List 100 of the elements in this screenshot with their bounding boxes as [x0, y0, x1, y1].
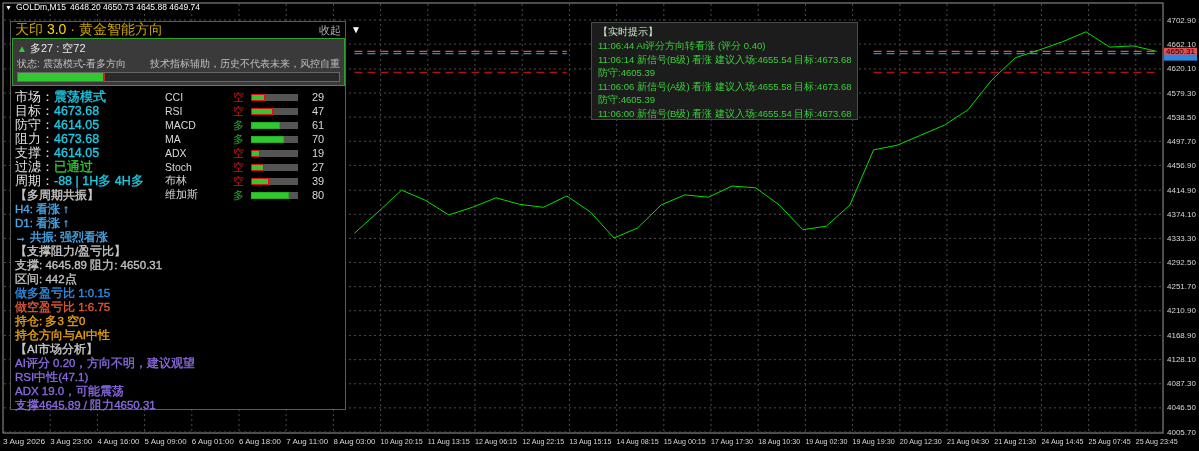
info-line: 区间: 442点 — [15, 273, 77, 285]
panel-title: 天印 3.0 · 黄金智能方向 — [15, 21, 163, 39]
field-value: 4673.68 — [54, 132, 100, 146]
indicator-value: 29 — [312, 91, 325, 103]
field-value: 4614.05 — [54, 146, 100, 160]
dropdown-icon[interactable]: ▼ — [351, 24, 361, 35]
axis-label: 4046.50 — [1167, 403, 1196, 413]
axis-label: 11 Aug 13:15 — [427, 437, 475, 446]
field-label: 市场： — [15, 88, 54, 104]
alert-line: 防守:4605.39 — [598, 66, 656, 80]
indicator-value: 27 — [312, 161, 325, 173]
alert-line: 11:06:06 新信号(A级) 看涨 建议入场:4655.58 目标:4673.68 — [598, 79, 852, 93]
score-text: 多27 : 空72 — [29, 41, 86, 56]
field-value: 4673.68 — [54, 104, 100, 118]
indicator-value: 47 — [312, 105, 325, 117]
info-line: 支撑: 4645.89 阻力: 4650.31 — [15, 259, 163, 271]
axis-label: 21 Aug 04:30 — [947, 437, 995, 446]
axis-label: 19 Aug 02:30 — [805, 437, 853, 446]
indicator-name: MACD — [165, 119, 197, 131]
info-line: 【支撑阻力/盈亏比】 — [15, 245, 127, 257]
axis-label: 13 Aug 15:15 — [569, 437, 617, 446]
axis-label: 4538.50 — [1167, 112, 1196, 122]
alert-line: 11:06:00 新信号(B级) 看涨 建议入场:4655.54 目标:4673.68 — [598, 106, 852, 120]
info-line: D1: 看涨 ↑ — [15, 217, 70, 229]
direction-label: 空 — [233, 159, 245, 175]
indicator-name: RSI — [165, 105, 184, 117]
indicator-value: 70 — [312, 133, 325, 145]
collapse-button[interactable]: 收起 — [317, 22, 343, 38]
info-line: 持仓方向与AI中性 — [15, 329, 110, 341]
axis-label: 15 Aug 00:15 — [663, 437, 711, 446]
axis-label: 4168.90 — [1167, 331, 1196, 341]
axis-label: 4662.10 — [1167, 39, 1196, 49]
axis-label: 4 Aug 16:00 — [97, 437, 141, 446]
info-line: 支撑4645.89 / 阻力4650.31 — [15, 399, 156, 411]
indicator-value: 61 — [312, 119, 325, 131]
direction-label: 空 — [233, 103, 245, 119]
direction-label: 空 — [233, 173, 245, 189]
section-heading: 【多周期共振】 — [15, 189, 99, 201]
axis-label: 5 Aug 09:00 — [144, 437, 188, 446]
axis-label: 18 Aug 10:30 — [758, 437, 806, 446]
field-label: 目标： — [15, 103, 54, 118]
axis-label: 4005.70 — [1167, 427, 1196, 437]
axis-label: 6 Aug 01:00 — [191, 437, 235, 446]
info-line: ADX 19.0，可能震荡 — [15, 385, 125, 397]
ohlc-values: 4648.20 4650.73 4645.88 4649.74 — [70, 2, 200, 12]
axis-label: 14 Aug 08:15 — [616, 437, 664, 446]
info-line: H4: 看涨 ↑ — [15, 203, 70, 215]
price-tag: 4650.31 — [1164, 47, 1197, 57]
axis-label: 4497.70 — [1167, 136, 1196, 146]
direction-label: 空 — [233, 145, 245, 161]
info-line: 持仓: 多3 空0 — [15, 315, 86, 327]
direction-label: 多 — [233, 131, 245, 147]
indicator-value: 80 — [312, 189, 325, 201]
axis-label: 4128.10 — [1167, 355, 1196, 365]
field-value: 已通过 — [54, 158, 93, 176]
axis-label: 4210.90 — [1167, 306, 1196, 316]
axis-label: 12 Aug 22:15 — [522, 437, 570, 446]
axis-label: 4579.30 — [1167, 88, 1196, 98]
alert-line: 防守:4605.39 — [598, 93, 656, 107]
axis-label: 4292.50 — [1167, 258, 1196, 267]
axis-label: 20 Aug 12:30 — [899, 437, 947, 446]
axis-label: 19 Aug 19:30 — [852, 437, 900, 446]
indicator-value: 39 — [312, 175, 325, 187]
alert-line: 11:06:14 新信号(B级) 看涨 建议入场:4655.54 目标:4673.68 — [598, 52, 852, 66]
status-text: 状态: 震荡模式-看多方向 — [17, 57, 126, 71]
axis-label: 4374.10 — [1167, 209, 1196, 219]
direction-label: 多 — [233, 187, 245, 203]
axis-label: 4087.30 — [1167, 379, 1196, 389]
field-value: 4614.05 — [54, 118, 100, 132]
axis-label: 17 Aug 17:30 — [711, 437, 759, 446]
axis-label: 4414.90 — [1167, 185, 1196, 195]
direction-label: 多 — [233, 117, 245, 133]
axis-label: 4456.90 — [1167, 160, 1196, 170]
info-line: 做多盈亏比 1:0.15 — [15, 287, 111, 299]
axis-label: 4333.30 — [1167, 233, 1196, 243]
disclaimer-text: 技术指标辅助，历史不代表未来，风控自重 — [150, 57, 340, 71]
axis-label: 25 Aug 07:45 — [1088, 437, 1136, 446]
axis-label: 4251.70 — [1167, 282, 1196, 292]
axis-label: 6 Aug 18:00 — [239, 437, 282, 446]
info-line: AI评分 0.20，方向不明，建议观望 — [15, 357, 196, 369]
up-triangle-icon: ▲ — [17, 43, 27, 54]
axis-label: 12 Aug 06:15 — [475, 437, 523, 446]
direction-label: 空 — [233, 89, 245, 105]
info-line: 做空盈亏比 1:6.75 — [15, 301, 111, 313]
axis-label: 4702.90 — [1167, 15, 1196, 25]
alerts-title: 【实时提示】 — [598, 25, 659, 39]
indicator-name: ADX — [165, 147, 188, 159]
info-line: 【AI市场分析】 — [15, 343, 98, 355]
indicator-value: 19 — [312, 147, 325, 159]
field-label: 支撑： — [15, 145, 54, 160]
field-label: 过滤： — [15, 159, 54, 174]
field-value: -88 | 1H多 4H多 — [54, 173, 144, 189]
symbol-label: GOLDm,M15 — [15, 2, 66, 12]
axis-label: 4620.10 — [1167, 64, 1196, 74]
axis-label: 7 Aug 11:00 — [286, 437, 329, 446]
field-label: 阻力： — [15, 131, 54, 146]
indicator-name: 维加斯 — [165, 188, 199, 202]
axis-label: 10 Aug 20:15 — [380, 437, 428, 446]
field-value: 震荡模式 — [54, 88, 106, 106]
field-label: 防守： — [15, 116, 54, 132]
